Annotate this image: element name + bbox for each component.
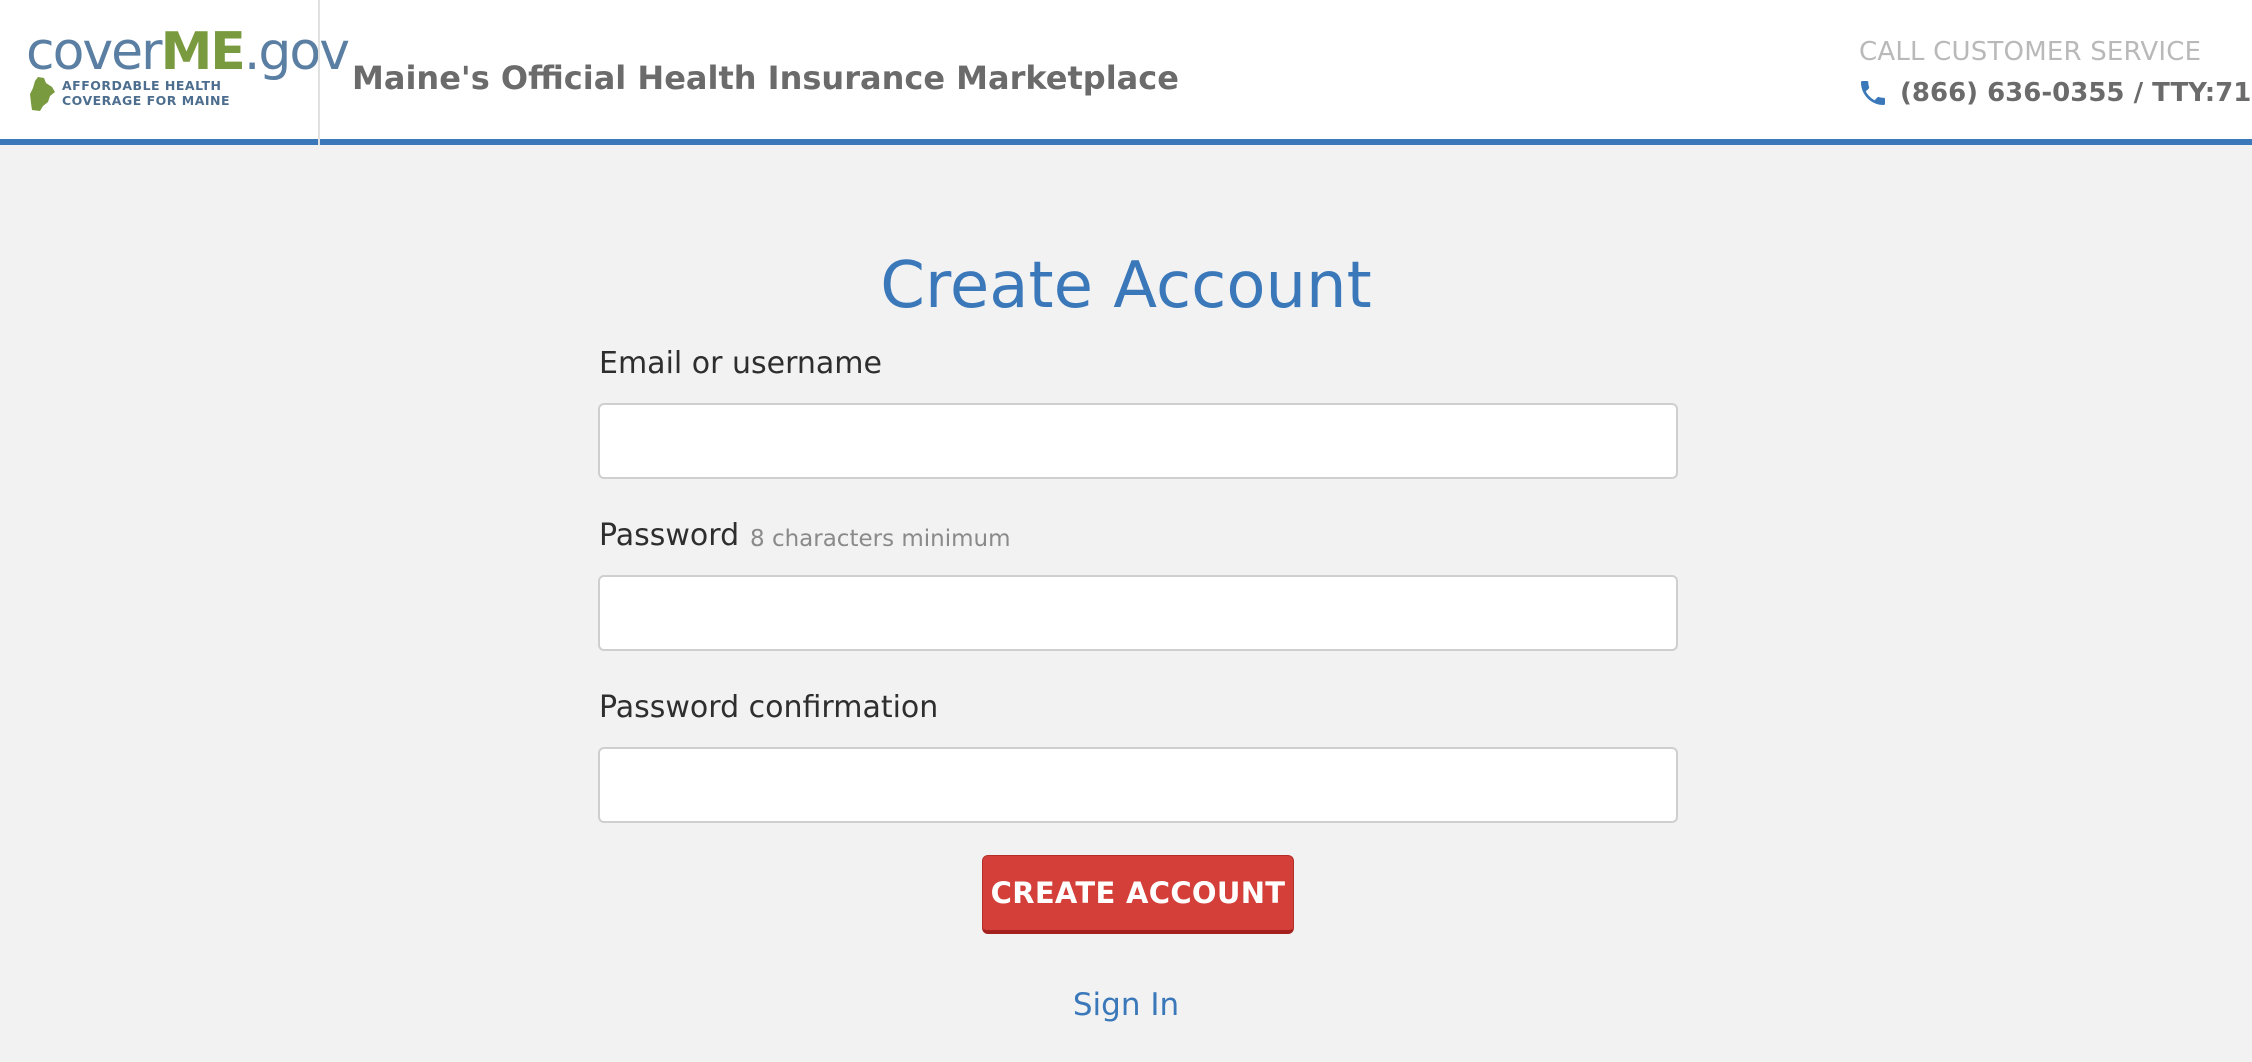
password-confirmation-label: Password confirmation: [599, 690, 939, 725]
logo-tagline-line1: AFFORDABLE HEALTH: [62, 78, 222, 93]
logo-word-prefix: cover: [26, 22, 163, 82]
header-divider: [318, 0, 320, 145]
sign-in-link[interactable]: Sign In: [0, 986, 2252, 1024]
site-title: Maine's Official Health Insurance Market…: [352, 59, 1179, 97]
password-confirmation-field[interactable]: [598, 747, 1678, 823]
phone-icon: [1861, 81, 1885, 105]
email-label: Email or username: [599, 346, 882, 381]
password-hint: 8 characters minimum: [750, 526, 1011, 552]
password-label: Password: [599, 518, 740, 553]
logo-word-highlight: ME: [160, 22, 246, 82]
email-field[interactable]: [598, 403, 1678, 479]
password-field[interactable]: [598, 575, 1678, 651]
customer-service-label: CALL CUSTOMER SERVICE: [1859, 37, 2202, 67]
coverme-logo[interactable]: coverME.gov AFFORDABLE HEALTH COVERAGE F…: [26, 24, 350, 116]
page-title: Create Account: [880, 249, 1372, 323]
create-account-button[interactable]: CREATE ACCOUNT: [982, 855, 1294, 934]
logo-wordmark: coverME.gov: [26, 22, 350, 82]
customer-service-phone[interactable]: (866) 636-0355 / TTY:711: [1900, 76, 2252, 110]
maine-state-icon: [30, 77, 55, 111]
logo-tagline-line2: COVERAGE FOR MAINE: [62, 93, 231, 108]
site-header: coverME.gov AFFORDABLE HEALTH COVERAGE F…: [0, 0, 2252, 145]
logo-tagline: AFFORDABLE HEALTH COVERAGE FOR MAINE: [62, 78, 230, 108]
logo-word-suffix: .gov: [243, 22, 350, 82]
